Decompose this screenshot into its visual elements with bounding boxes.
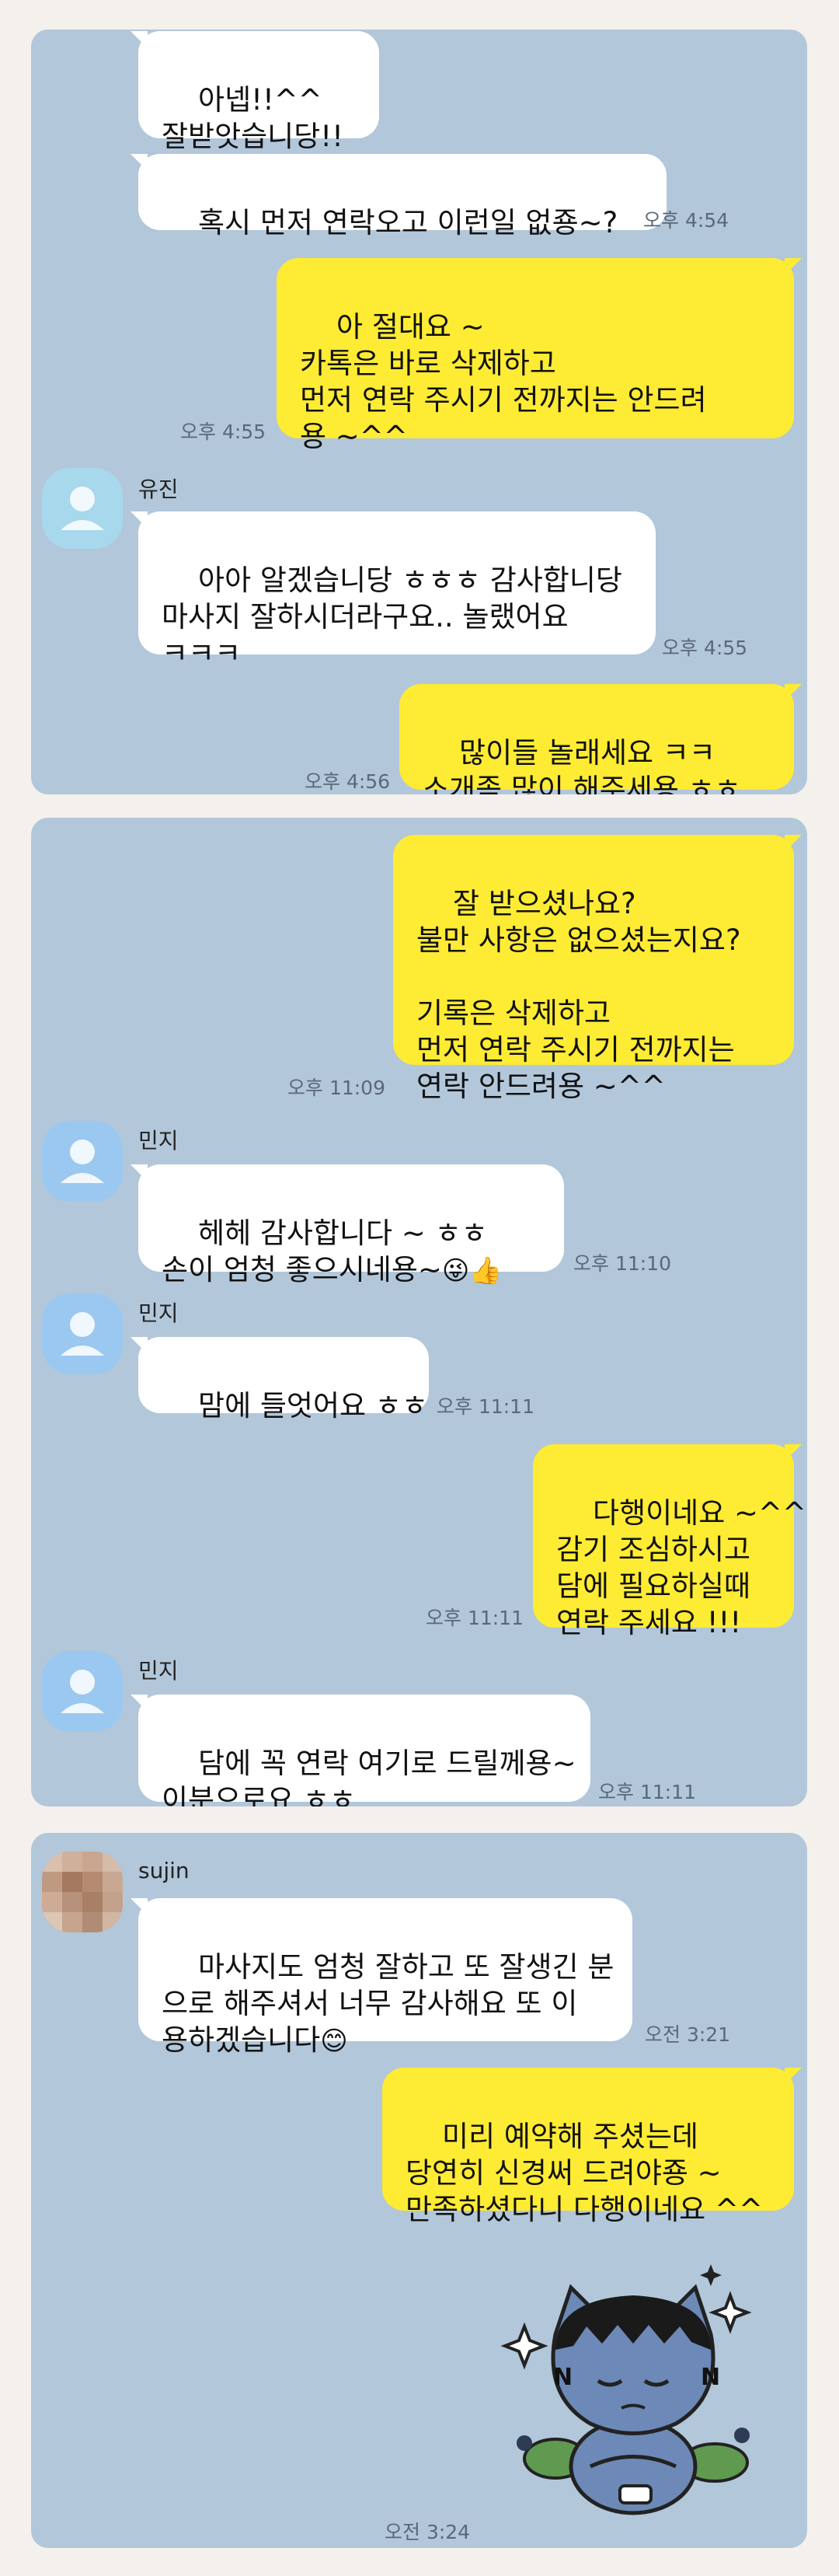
message-time: 오후 11:11	[426, 1607, 524, 1629]
sender-name: 민지	[138, 1658, 179, 1684]
chat-panel-1: 아넵!!^^ 잘받앗습니당!! 혹시 먼저 연락오고 이런일 없죵~? 오후 4…	[31, 30, 807, 794]
avatar[interactable]	[42, 1293, 123, 1374]
message-text: 담에 꼭 연락 여기로 드릴께용~ 이분으로요 ㅎㅎ	[162, 1747, 576, 1806]
message-time: 오후 4:56	[305, 770, 391, 793]
message-text: 아아 알겠습니당 ㅎㅎㅎ 감사합니당 마사지 잘하시더라구요.. 놀랬어요 ㅋㅋ…	[162, 564, 622, 670]
message-time: 오전 3:21	[645, 2023, 731, 2046]
message-time: 오후 4:54	[643, 209, 729, 232]
message-text: 다행이네요 ~^^ 감기 조심하시고 담에 필요하실때 연락 주세요 !!!	[556, 1496, 807, 1639]
avatar[interactable]	[42, 1852, 123, 1932]
message-bubble[interactable]: 담에 꼭 연락 여기로 드릴께용~ 이분으로요 ㅎㅎ	[131, 1695, 590, 1806]
message-text: 많이들 놀래세요 ㅋㅋ 소개좀 많이 해주세용 ㅎㅎ	[423, 736, 741, 794]
message-bubble[interactable]: 잘 받으셨나요? 불만 사항은 없으셨는지요? 기록은 삭제하고 먼저 연락 주…	[393, 835, 802, 1103]
sticker-letter-n-left: N	[553, 2364, 573, 2391]
avatar[interactable]	[42, 1651, 123, 1732]
avatar[interactable]	[42, 1121, 123, 1202]
profile-photo-pixelated	[42, 1852, 123, 1932]
avatar[interactable]	[42, 468, 123, 549]
message-bubble[interactable]: 헤헤 감사합니다 ~ ㅎㅎ 손이 엄청 좋으시네용~😜👍	[131, 1164, 564, 1286]
message-text: 잘 받으셨나요? 불만 사항은 없으셨는지요? 기록은 삭제하고 먼저 연락 주…	[416, 887, 741, 1103]
message-bubble[interactable]: 미리 예약해 주셨는데 당연히 신경써 드려야죵 ~ 만족하셨다니 다행이네요 …	[382, 2068, 802, 2226]
chat-panel-2: 잘 받으셨나요? 불만 사항은 없으셨는지요? 기록은 삭제하고 먼저 연락 주…	[31, 818, 807, 1806]
sender-name: 유진	[138, 476, 179, 502]
message-bubble[interactable]: 맘에 들엇어요 ㅎㅎ	[131, 1337, 429, 1422]
message-time: 오후 4:55	[180, 421, 266, 443]
message-text: 미리 예약해 주셨는데 당연히 신경써 드려야죵 ~ 만족하셨다니 다행이네요 …	[406, 2120, 763, 2226]
message-time: 오전 3:24	[385, 2521, 471, 2543]
message-text: 마사지도 엄청 잘하고 또 잘생긴 분 으로 해주셔서 너무 감사해요 또 이 …	[162, 1950, 614, 2057]
emoji-icon: 😜👍	[441, 1255, 503, 1286]
sender-name: 민지	[138, 1128, 179, 1154]
message-text: 헤헤 감사합니다 ~ ㅎㅎ 손이 엄청 좋으시네용~	[162, 1216, 488, 1286]
message-bubble[interactable]: 다행이네요 ~^^ 감기 조심하시고 담에 필요하실때 연락 주세요 !!!	[533, 1444, 806, 1639]
message-bubble[interactable]: 많이들 놀래세요 ㅋㅋ 소개좀 많이 해주세용 ㅎㅎ	[399, 684, 802, 794]
sticker-letter-n-right: N	[701, 2364, 720, 2391]
message-time: 오후 11:09	[287, 1077, 385, 1099]
message-text: 아 절대요 ~ 카톡은 바로 삭제하고 먼저 연락 주시기 전까지는 안드려 용…	[300, 310, 707, 453]
default-profile-icon	[61, 1670, 104, 1713]
message-bubble[interactable]: 마사지도 엄청 잘하고 또 잘생긴 분 으로 해주셔서 너무 감사해요 또 이 …	[131, 1898, 632, 2057]
chat-panel-3: sujin 마사지도 엄청 잘하고 또 잘생긴 분 으로 해주셔서 너무 감사해…	[31, 1833, 807, 2548]
message-text: 혹시 먼저 연락오고 이런일 없죵~?	[198, 206, 618, 239]
message-time: 오후 11:11	[437, 1395, 534, 1418]
message-bubble[interactable]: 아넵!!^^ 잘받앗습니당!!	[131, 31, 379, 153]
message-bubble[interactable]: 아 절대요 ~ 카톡은 바로 삭제하고 먼저 연락 주시기 전까지는 안드려 용…	[277, 258, 802, 453]
message-text: 맘에 들엇어요 ㅎㅎ	[198, 1389, 428, 1422]
message-text: 아넵!!^^ 잘받앗습니당!!	[162, 83, 343, 153]
default-profile-icon	[61, 1140, 104, 1183]
message-time: 오후 11:10	[573, 1252, 671, 1275]
sender-name: sujin	[138, 1858, 190, 1883]
smile-emoji-icon: 😊	[320, 2026, 348, 2057]
message-time: 오후 4:55	[662, 637, 748, 659]
sender-name: 민지	[138, 1300, 179, 1326]
message-bubble[interactable]: 혹시 먼저 연락오고 이런일 없죵~?	[131, 154, 667, 239]
message-time: 오후 11:11	[598, 1781, 696, 1803]
default-profile-icon	[61, 1312, 104, 1356]
message-bubble[interactable]: 아아 알겠습니당 ㅎㅎㅎ 감사합니당 마사지 잘하시더라구요.. 놀랬어요 ㅋㅋ…	[131, 511, 656, 670]
kakao-character-sticker[interactable]: N N	[482, 2249, 792, 2529]
default-profile-icon	[61, 487, 104, 530]
